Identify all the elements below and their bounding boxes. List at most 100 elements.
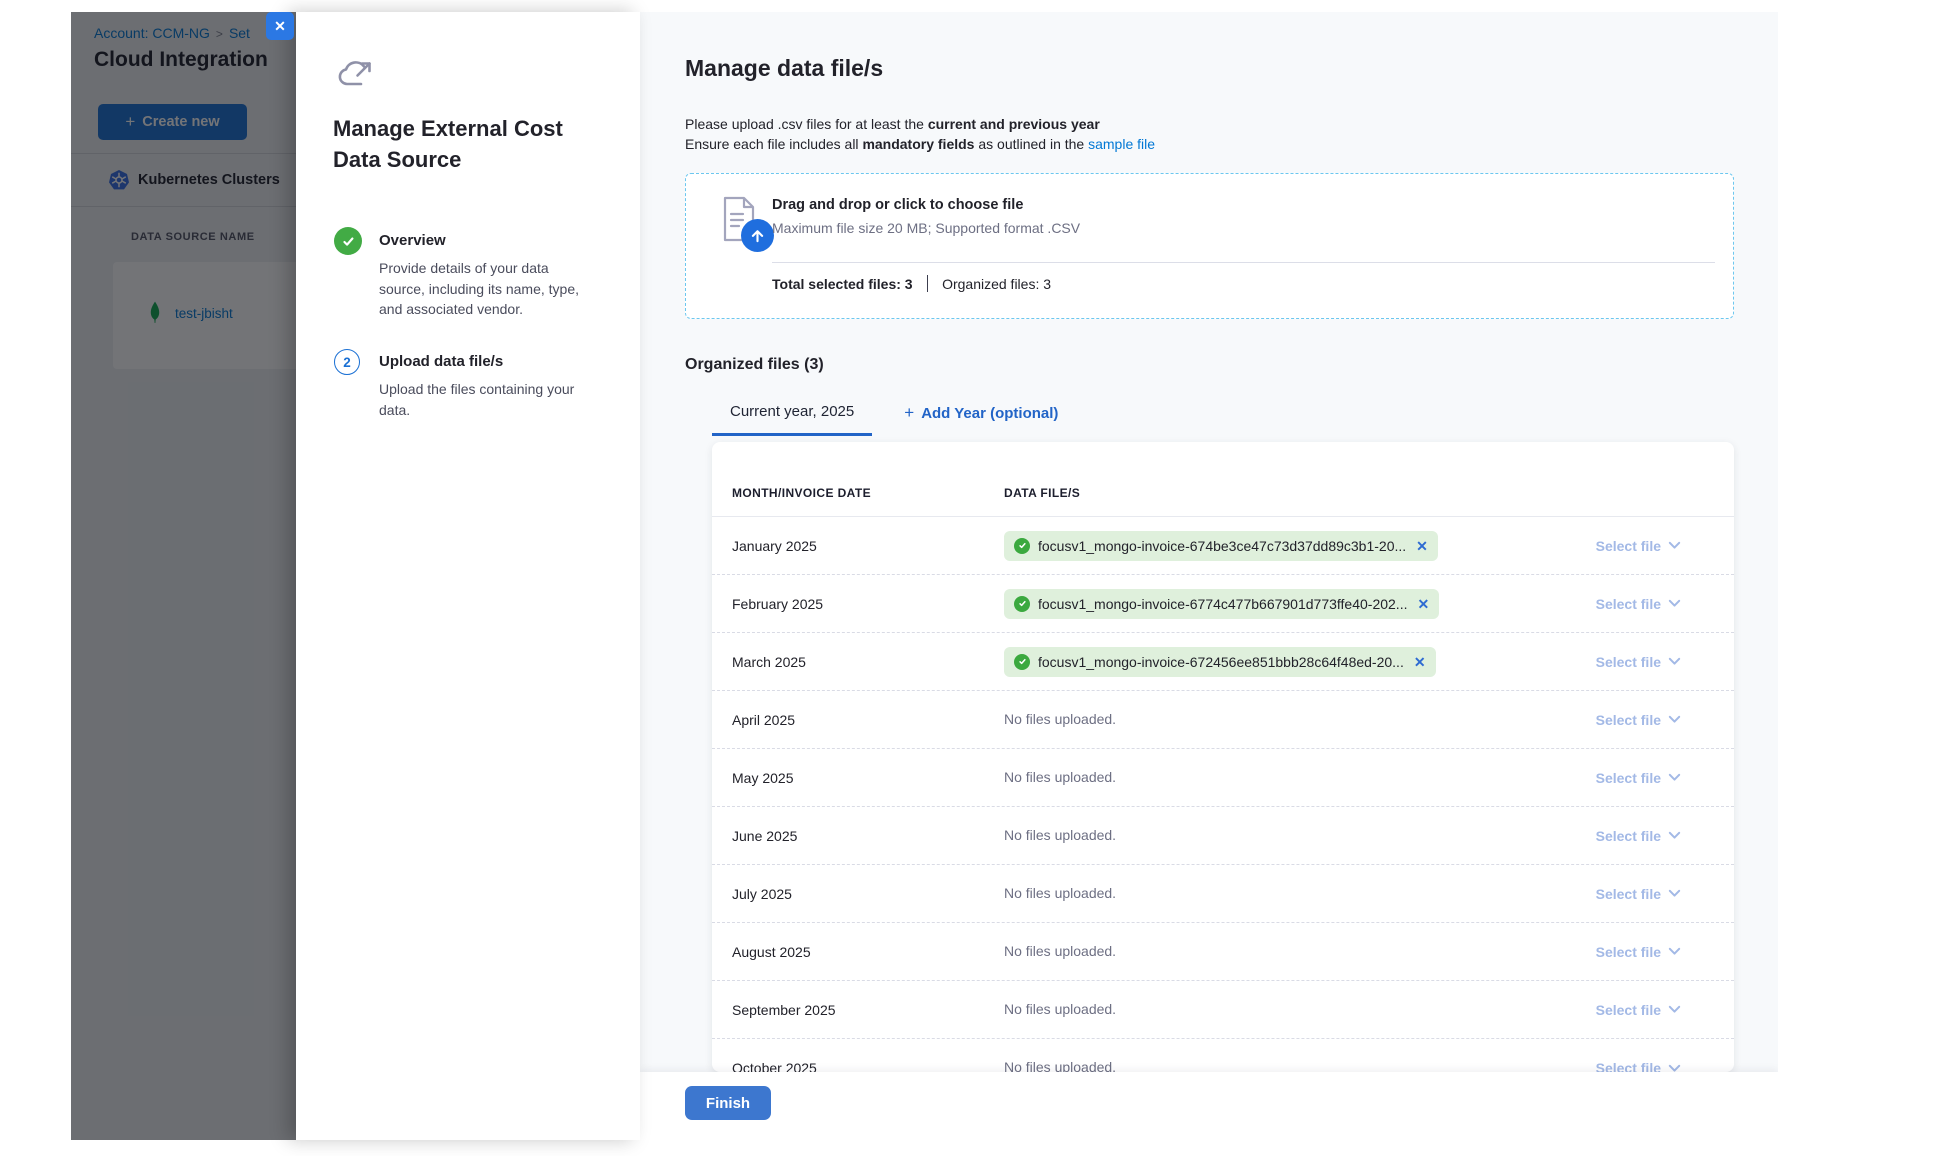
action-cell: Select file — [1574, 944, 1734, 960]
drawer-close-button[interactable]: ✕ — [266, 12, 294, 40]
file-chip: focusv1_mongo-invoice-672456ee851bbb28c6… — [1004, 647, 1436, 677]
file-chip-label: focusv1_mongo-invoice-6774c477b667901d77… — [1038, 596, 1407, 612]
upload-instructions: Please upload .csv files for at least th… — [685, 115, 1155, 154]
action-cell: Select file — [1574, 712, 1734, 728]
select-file-label: Select file — [1596, 712, 1661, 728]
select-file-dropdown[interactable]: Select file — [1596, 654, 1681, 670]
month-cell: January 2025 — [712, 538, 1004, 554]
remove-file-icon[interactable]: ✕ — [1414, 655, 1426, 669]
wizard-drawer-nav: Manage External Cost Data Source Overvie… — [296, 12, 640, 1140]
remove-file-icon[interactable]: ✕ — [1416, 539, 1428, 553]
step-upload-description: Upload the files containing your data. — [379, 379, 594, 420]
select-file-dropdown[interactable]: Select file — [1596, 712, 1681, 728]
chevron-down-icon — [1668, 657, 1681, 666]
file-cell: No files uploaded. — [1004, 711, 1574, 729]
action-cell: Select file — [1574, 654, 1734, 670]
file-cell: focusv1_mongo-invoice-674be3ce47c73d37dd… — [1004, 531, 1574, 561]
select-file-dropdown[interactable]: Select file — [1596, 944, 1681, 960]
select-file-dropdown[interactable]: Select file — [1596, 1002, 1681, 1018]
table-row: April 2025 No files uploaded. Select fil… — [712, 691, 1734, 749]
empty-text: No files uploaded. — [1004, 943, 1116, 959]
tab-current-year[interactable]: Current year, 2025 — [712, 397, 872, 436]
empty-text: No files uploaded. — [1004, 711, 1116, 727]
month-cell: April 2025 — [712, 712, 1004, 728]
month-cell: July 2025 — [712, 886, 1004, 902]
select-file-dropdown[interactable]: Select file — [1596, 886, 1681, 902]
file-dropzone[interactable]: Drag and drop or click to choose file Ma… — [685, 173, 1734, 319]
file-cell: No files uploaded. — [1004, 769, 1574, 787]
column-header-data-files: DATA FILE/S — [1004, 486, 1574, 500]
action-cell: Select file — [1574, 886, 1734, 902]
organized-files-count: Organized files: 3 — [942, 276, 1051, 292]
step-number-badge: 2 — [334, 349, 360, 375]
file-cell: focusv1_mongo-invoice-672456ee851bbb28c6… — [1004, 647, 1574, 677]
total-selected-files: Total selected files: 3 — [772, 276, 913, 292]
select-file-label: Select file — [1596, 596, 1661, 612]
file-chip: focusv1_mongo-invoice-6774c477b667901d77… — [1004, 589, 1439, 619]
select-file-dropdown[interactable]: Select file — [1596, 828, 1681, 844]
select-file-dropdown[interactable]: Select file — [1596, 538, 1681, 554]
select-file-dropdown[interactable]: Select file — [1596, 1060, 1681, 1072]
cloud-export-icon — [336, 56, 376, 97]
select-file-dropdown[interactable]: Select file — [1596, 770, 1681, 786]
month-cell: August 2025 — [712, 944, 1004, 960]
table-row: August 2025 No files uploaded. Select fi… — [712, 923, 1734, 981]
action-cell: Select file — [1574, 828, 1734, 844]
screen: Account: CCM-NG>Set Cloud Integration + … — [0, 0, 1934, 1156]
instruction-line-2: Ensure each file includes all mandatory … — [685, 135, 1155, 155]
divider — [772, 262, 1715, 263]
month-cell: May 2025 — [712, 770, 1004, 786]
plus-icon: + — [904, 403, 914, 423]
month-cell: September 2025 — [712, 1002, 1004, 1018]
chevron-down-icon — [1668, 831, 1681, 840]
add-year-button[interactable]: + Add Year (optional) — [900, 397, 1062, 429]
step-overview-label: Overview — [379, 232, 446, 249]
sample-file-link[interactable]: sample file — [1088, 136, 1155, 152]
table-row: September 2025 No files uploaded. Select… — [712, 981, 1734, 1039]
check-icon — [1014, 654, 1030, 670]
step-upload[interactable]: 2 — [334, 349, 360, 375]
modal-overlay[interactable] — [71, 12, 296, 1140]
chevron-down-icon — [1668, 715, 1681, 724]
file-chip-label: focusv1_mongo-invoice-672456ee851bbb28c6… — [1038, 654, 1404, 670]
month-cell: June 2025 — [712, 828, 1004, 844]
month-table-body: January 2025 focusv1_mongo-invoice-674be… — [712, 517, 1734, 1072]
select-file-label: Select file — [1596, 538, 1661, 554]
action-cell: Select file — [1574, 770, 1734, 786]
finish-button[interactable]: Finish — [685, 1086, 771, 1120]
upload-arrow-icon — [741, 219, 774, 252]
step-overview-description: Provide details of your data source, inc… — [379, 258, 594, 320]
chevron-down-icon — [1668, 947, 1681, 956]
drawer-title: Manage External Cost Data Source — [333, 113, 585, 175]
month-cell: October 2025 — [712, 1060, 1004, 1072]
divider — [927, 275, 929, 292]
close-icon: ✕ — [274, 19, 286, 33]
file-chip-label: focusv1_mongo-invoice-674be3ce47c73d37dd… — [1038, 538, 1406, 554]
check-icon — [1014, 538, 1030, 554]
add-year-label: Add Year (optional) — [921, 405, 1058, 422]
dropzone-subtitle: Maximum file size 20 MB; Supported forma… — [772, 220, 1080, 236]
select-file-label: Select file — [1596, 770, 1661, 786]
table-header-row: MONTH/INVOICE DATE DATA FILE/S — [712, 442, 1734, 517]
table-row: June 2025 No files uploaded. Select file — [712, 807, 1734, 865]
main-title: Manage data file/s — [685, 55, 883, 82]
upload-file-icon — [719, 195, 777, 253]
chevron-down-icon — [1668, 773, 1681, 782]
chevron-down-icon — [1668, 541, 1681, 550]
select-file-label: Select file — [1596, 1002, 1661, 1018]
empty-text: No files uploaded. — [1004, 827, 1116, 843]
year-tabs: Current year, 2025 + Add Year (optional) — [712, 397, 1062, 436]
file-cell: No files uploaded. — [1004, 1001, 1574, 1019]
file-stats: Total selected files: 3 Organized files:… — [772, 275, 1051, 292]
chevron-down-icon — [1668, 889, 1681, 898]
step-upload-label: Upload data file/s — [379, 353, 503, 370]
chevron-down-icon — [1668, 1005, 1681, 1014]
select-file-dropdown[interactable]: Select file — [1596, 596, 1681, 612]
action-cell: Select file — [1574, 1002, 1734, 1018]
table-row: May 2025 No files uploaded. Select file — [712, 749, 1734, 807]
background-page: Account: CCM-NG>Set Cloud Integration + … — [71, 12, 296, 1140]
remove-file-icon[interactable]: ✕ — [1417, 597, 1429, 611]
select-file-label: Select file — [1596, 944, 1661, 960]
step-overview[interactable] — [334, 227, 362, 255]
action-cell: Select file — [1574, 1060, 1734, 1072]
